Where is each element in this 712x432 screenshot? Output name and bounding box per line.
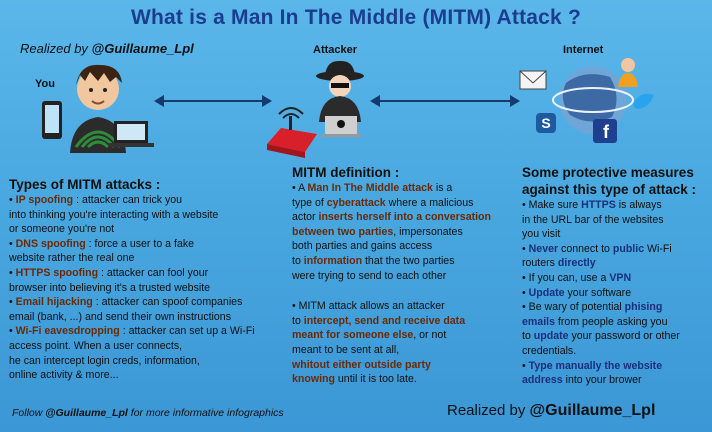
page-title: What is a Man In The Middle (MITM) Attac… — [131, 6, 581, 29]
list-item: • Wi-Fi eavesdropping : attacker can set… — [9, 325, 255, 338]
email-icon — [519, 70, 547, 90]
label-attacker: Attacker — [313, 44, 358, 56]
skype-icon: S — [536, 113, 556, 133]
list-item: • DNS spoofing : force a user to a fake — [9, 237, 195, 250]
svg-text:f: f — [603, 122, 610, 142]
author-credit-bottom: Realized by @Guillaume_Lpl — [447, 402, 656, 419]
twitter-icon — [633, 93, 654, 109]
person-icon — [618, 58, 638, 87]
measures-heading: Some protective measures against this ty… — [522, 165, 697, 197]
arrow-user-attacker — [154, 95, 272, 107]
hacker-icon — [316, 60, 364, 137]
internet-illustration: S f — [519, 58, 654, 143]
facebook-icon: f — [593, 119, 617, 143]
router-icon — [267, 107, 317, 158]
author-credit-top: Realized by @Guillaume_Lpl — [20, 41, 194, 56]
attacker-illustration — [267, 60, 364, 158]
types-list: • IP spoofing : attacker can trick you i… — [9, 193, 299, 383]
measures-list: • Make sure HTTPS is always in the URL b… — [522, 199, 680, 387]
list-item: • IP spoofing : attacker can trick you — [9, 194, 183, 206]
svg-text:S: S — [541, 115, 550, 131]
laptop-icon — [108, 121, 154, 147]
definition-heading: MITM definition : — [292, 165, 400, 180]
list-item: • HTTPS spoofing : attacker can fool you… — [9, 266, 209, 279]
definition-text: • A Man In The Middle attack is a type o… — [292, 182, 491, 386]
footer-follow-note: Follow @Guillaume_Lpl for more informati… — [12, 407, 284, 419]
types-heading: Types of MITM attacks : — [9, 177, 161, 192]
smartphone-icon — [42, 101, 62, 139]
user-illustration — [42, 64, 154, 153]
arrow-attacker-internet — [370, 95, 520, 107]
list-item: • Email hijacking : attacker can spoof c… — [9, 296, 243, 309]
